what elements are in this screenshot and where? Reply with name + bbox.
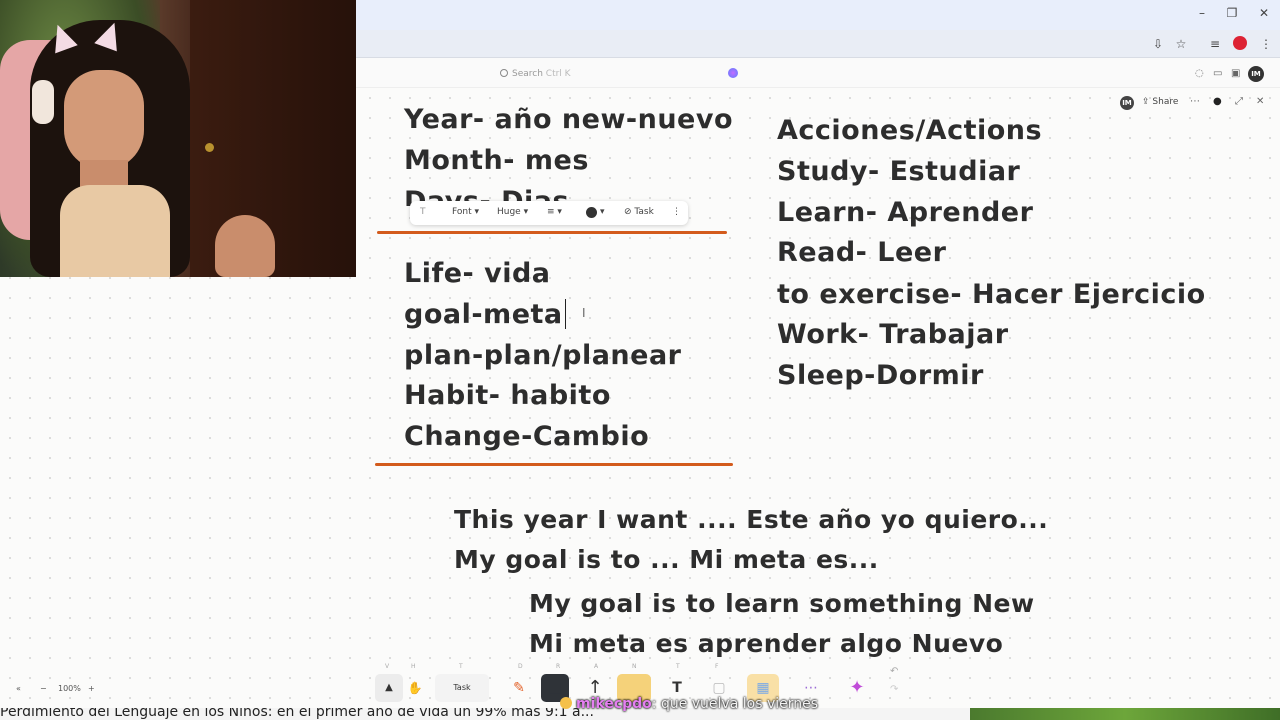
select-tool-icon[interactable]: ▲ bbox=[375, 674, 403, 702]
expand-icon[interactable]: ⤢ bbox=[1235, 96, 1243, 107]
layout-icon[interactable]: ▣ bbox=[1231, 68, 1240, 79]
vocab-month[interactable]: Month- mes bbox=[404, 145, 589, 176]
close-panel-icon[interactable]: ✕ bbox=[1256, 96, 1264, 107]
headphones bbox=[32, 80, 54, 124]
restore-button[interactable]: ❐ bbox=[1222, 6, 1242, 20]
search-icon bbox=[500, 69, 508, 77]
webcam-door-knob bbox=[205, 143, 214, 152]
zoom-controls: « − 100% + bbox=[10, 680, 102, 698]
chat-message-text: : que vuelva los viernes bbox=[651, 696, 819, 712]
collaborator-avatar[interactable]: IM bbox=[1120, 96, 1134, 110]
font-dropdown[interactable]: Font ▾ bbox=[452, 207, 479, 217]
sentence-my-goal[interactable]: My goal is to ... Mi meta es... bbox=[454, 545, 879, 574]
task-icon: ⊘ bbox=[624, 207, 635, 217]
share-icon: ⇪ bbox=[1142, 97, 1153, 107]
example-spanish[interactable]: Mi meta es aprender algo Nuevo bbox=[529, 629, 1003, 658]
vocab-plan[interactable]: plan-plan/planear bbox=[404, 340, 682, 371]
bookmark-star-icon[interactable]: ☆ bbox=[1173, 36, 1189, 52]
more-format-icon[interactable]: ⋮ bbox=[672, 207, 681, 217]
vocab-life[interactable]: Life- vida bbox=[404, 258, 551, 289]
task-tool-icon[interactable]: Task bbox=[435, 674, 489, 702]
chevron-down-icon[interactable]: ▾ bbox=[600, 207, 605, 217]
task-button[interactable]: ⊘ Task bbox=[624, 207, 654, 217]
stream-overlay-grass bbox=[970, 708, 1280, 720]
sentence-this-year[interactable]: This year I want .... Este año yo quiero… bbox=[454, 505, 1048, 534]
chat-username: mikecpdo bbox=[576, 696, 652, 712]
stream-chat-message: mikecpdo: que vuelva los viernes bbox=[560, 695, 818, 713]
ai-assistant-icon[interactable] bbox=[728, 68, 738, 78]
webcam-person-face bbox=[64, 70, 144, 170]
zoom-out-button[interactable]: − bbox=[40, 680, 47, 698]
history-icon[interactable]: ◌ bbox=[1195, 68, 1204, 79]
webcam-overlay bbox=[0, 0, 356, 277]
align-dropdown[interactable]: ≡ ▾ bbox=[547, 207, 562, 217]
vocab-study[interactable]: Study- Estudiar bbox=[777, 156, 1020, 187]
media-icon[interactable]: ≡ bbox=[1207, 36, 1223, 52]
more-options-icon[interactable]: ⋯ bbox=[1190, 96, 1200, 107]
ibeam-cursor-icon: I bbox=[582, 306, 586, 320]
install-icon[interactable]: ⇩ bbox=[1150, 36, 1166, 52]
browser-menu-icon[interactable]: ⋮ bbox=[1258, 36, 1274, 52]
undo-icon[interactable]: ↶ bbox=[890, 666, 898, 677]
chat-badge-icon bbox=[560, 697, 572, 709]
zoom-level[interactable]: 100% bbox=[58, 680, 81, 698]
present-icon[interactable]: ▭ bbox=[1213, 68, 1222, 79]
zoom-in-button[interactable]: + bbox=[88, 680, 95, 698]
vocab-change[interactable]: Change-Cambio bbox=[404, 421, 649, 452]
size-dropdown[interactable]: Huge ▾ bbox=[497, 207, 528, 217]
orange-divider-line-bottom[interactable] bbox=[375, 463, 733, 466]
orange-divider-line-top[interactable] bbox=[377, 231, 727, 234]
share-button[interactable]: ⇪ Share bbox=[1142, 97, 1178, 107]
close-window-button[interactable]: ✕ bbox=[1254, 6, 1274, 20]
vocab-work[interactable]: Work- Trabajar bbox=[777, 319, 1009, 350]
profile-icon[interactable] bbox=[1233, 36, 1247, 50]
vocab-read[interactable]: Read- Leer bbox=[777, 237, 946, 268]
vocab-learn[interactable]: Learn- Aprender bbox=[777, 197, 1033, 228]
example-english[interactable]: My goal is to learn something New bbox=[529, 589, 1035, 618]
webcam-person-top bbox=[60, 185, 170, 277]
text-color-swatch[interactable] bbox=[586, 207, 597, 218]
text-format-toolbar: T Font ▾ Huge ▾ ≡ ▾ ▾ ⊘ Task ⋮ bbox=[410, 201, 688, 225]
collapse-icon[interactable]: « bbox=[16, 680, 21, 698]
vocab-year[interactable]: Year- año new-nuevo bbox=[404, 104, 733, 135]
text-caret bbox=[565, 299, 566, 329]
text-type-button[interactable]: T bbox=[420, 207, 426, 217]
search-input[interactable]: Search Ctrl K bbox=[500, 65, 745, 83]
pen-tool-icon[interactable]: ✎ bbox=[505, 674, 533, 702]
hand-tool-icon[interactable]: ✋ bbox=[401, 674, 429, 702]
actions-heading[interactable]: Acciones/Actions bbox=[777, 115, 1042, 146]
ticker-text: Perdimiento del Lenguaje en los Niños: e… bbox=[0, 708, 594, 720]
redo-icon[interactable]: ↷ bbox=[890, 684, 898, 695]
ai-tool-icon[interactable]: ✦ bbox=[843, 674, 871, 702]
avatar[interactable]: IM bbox=[1248, 66, 1264, 82]
vocab-goal[interactable]: goal-meta bbox=[404, 299, 563, 330]
vocab-sleep[interactable]: Sleep-Dormir bbox=[777, 360, 984, 391]
vocab-habit[interactable]: Habit- habito bbox=[404, 380, 611, 411]
chat-icon[interactable]: ● bbox=[1213, 96, 1222, 107]
minimize-button[interactable]: – bbox=[1192, 6, 1212, 20]
vocab-exercise[interactable]: to exercise- Hacer Ejercicio bbox=[777, 279, 1206, 310]
webcam-person-hand bbox=[215, 215, 275, 277]
